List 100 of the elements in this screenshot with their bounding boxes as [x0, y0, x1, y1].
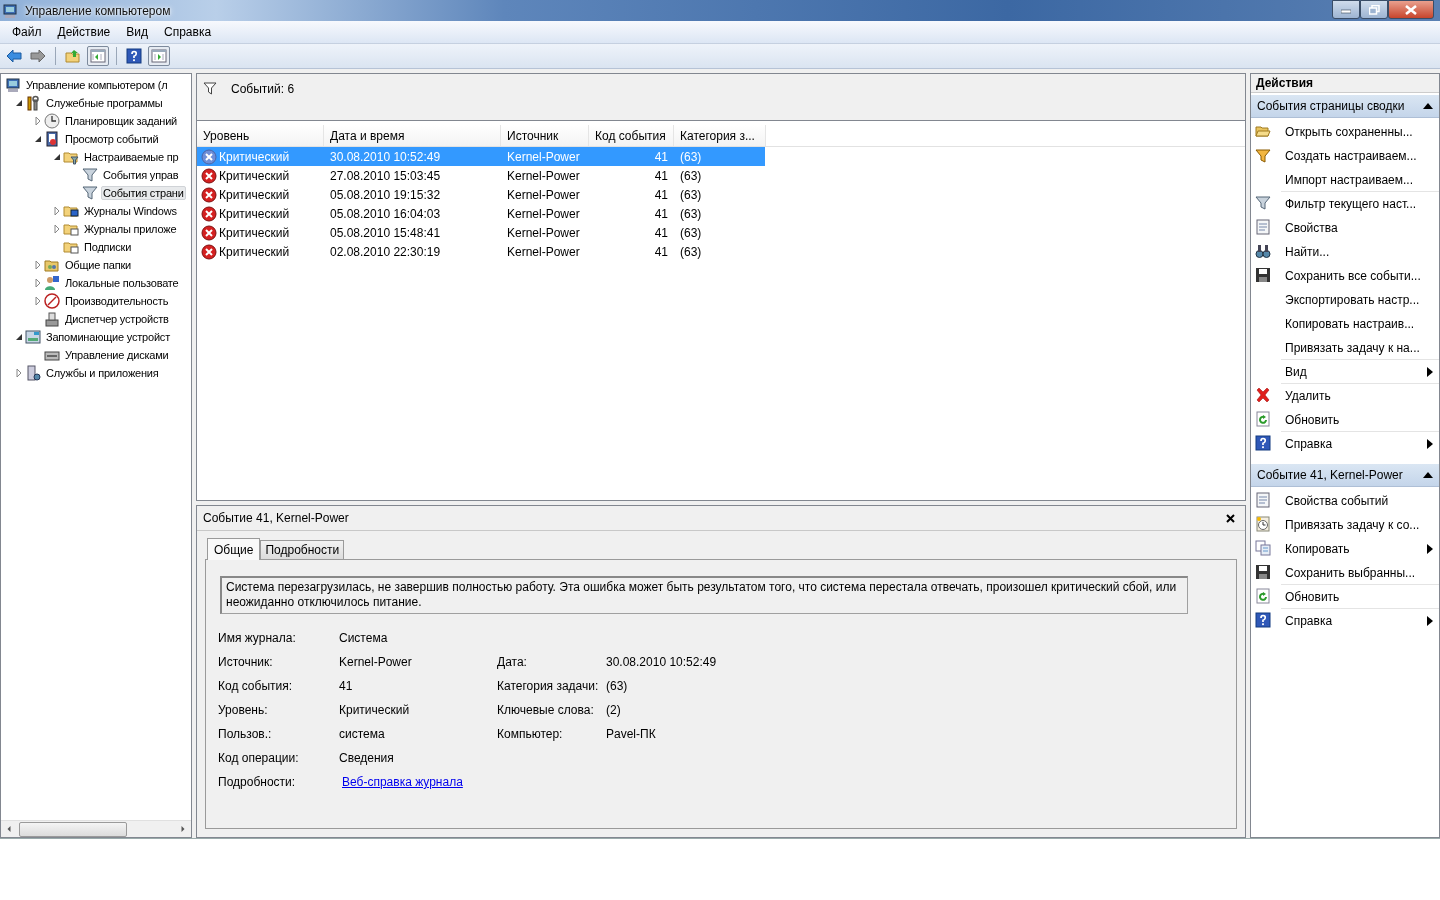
menu-item[interactable]: Файл — [4, 25, 50, 39]
tree-item[interactable]: Журналы приложе — [82, 222, 179, 236]
action-item[interactable]: Привязать задачу к со... — [1281, 513, 1439, 537]
clock-icon — [44, 113, 60, 129]
close-icon — [1405, 4, 1417, 15]
tree-item[interactable]: События страни — [101, 186, 186, 200]
section-header[interactable]: События страницы сводки — [1251, 94, 1439, 118]
tree-item[interactable]: Настраиваемые пр — [82, 150, 181, 164]
tree-item[interactable]: Управление дисками — [63, 348, 171, 362]
column-header[interactable]: Дата и время — [324, 125, 501, 146]
action-label: Импорт настраиваем... — [1285, 172, 1414, 187]
properties-icon — [1255, 219, 1271, 235]
pane-button[interactable] — [87, 46, 109, 66]
tree-item[interactable]: Локальные пользовате — [63, 276, 181, 290]
section-header[interactable]: Событие 41, Kernel-Power — [1251, 463, 1439, 487]
collapse-arrow-icon[interactable] — [1423, 102, 1433, 110]
help-link[interactable]: Веб-справка журнала — [342, 775, 463, 789]
tree-item[interactable]: Планировщик заданий — [63, 114, 180, 128]
pane-button[interactable] — [148, 46, 170, 66]
tree-item[interactable]: Просмотр событий — [63, 132, 161, 146]
action-item[interactable]: Привязать задачу к на... — [1281, 336, 1439, 360]
action-item[interactable]: Свойства событий — [1281, 489, 1439, 513]
event-count: Событий: 6 — [231, 82, 295, 96]
tree-item[interactable]: Журналы Windows — [82, 204, 179, 218]
action-item[interactable]: Сохранить выбранны... — [1281, 561, 1439, 585]
column-header[interactable]: Уровень — [197, 125, 324, 146]
tree-item[interactable]: События управ — [101, 168, 181, 182]
menu-item[interactable]: Вид — [118, 25, 156, 39]
maximize-button[interactable] — [1360, 0, 1388, 19]
action-item[interactable]: Найти... — [1281, 240, 1439, 264]
expanded-arrow-icon[interactable] — [14, 98, 24, 108]
tree-item[interactable]: Подписки — [82, 240, 134, 254]
table-cell-text: Kernel-Power — [506, 148, 581, 166]
table-cell-text: 02.08.2010 22:30:19 — [329, 243, 442, 261]
action-item[interactable]: Открыть сохраненны... — [1281, 120, 1439, 144]
table-row[interactable]: Критический 27.08.2010 15:03:45 Kernel-Power 41 (63) — [197, 166, 765, 185]
action-item[interactable]: Копировать настраив... — [1281, 312, 1439, 336]
action-item[interactable]: Сохранить все событи... — [1281, 264, 1439, 288]
tree-item[interactable]: Производительность — [63, 294, 171, 308]
close-icon[interactable] — [1226, 513, 1235, 523]
tab[interactable]: Подробности — [260, 540, 345, 559]
tree-item[interactable]: Общие папки — [63, 258, 133, 272]
table-cell-text: 05.08.2010 15:48:41 — [329, 224, 442, 242]
action-label: Копировать настраив... — [1285, 316, 1416, 331]
right-arrow-icon[interactable] — [180, 825, 186, 833]
action-label: Вид — [1285, 364, 1308, 379]
menu-item[interactable]: Действие — [49, 25, 119, 39]
expanded-arrow-icon[interactable] — [52, 152, 62, 162]
refresh-icon — [1255, 411, 1271, 427]
collapsed-arrow-icon[interactable] — [33, 296, 43, 306]
action-item[interactable]: Копировать — [1281, 537, 1439, 561]
table-row[interactable]: Критический 02.08.2010 22:30:19 Kernel-Power 41 (63) — [197, 242, 765, 261]
tree-item[interactable]: Службы и приложения — [44, 366, 161, 380]
action-item[interactable]: Справка — [1281, 609, 1439, 633]
tree-item[interactable]: Диспетчер устройств — [63, 312, 171, 326]
collapsed-arrow-icon[interactable] — [52, 224, 62, 234]
collapsed-arrow-icon[interactable] — [33, 278, 43, 288]
tab[interactable]: Общие — [207, 538, 261, 560]
action-item[interactable]: Справка — [1281, 432, 1439, 456]
expanded-arrow-icon[interactable] — [14, 332, 24, 342]
expanded-arrow-icon[interactable] — [33, 134, 43, 144]
menu-item[interactable]: Справка — [156, 25, 220, 39]
action-label: Найти... — [1285, 244, 1331, 259]
table-row[interactable]: Критический 05.08.2010 19:15:32 Kernel-Power 41 (63) — [197, 185, 765, 204]
action-item[interactable]: Импорт настраиваем... — [1281, 168, 1439, 192]
field-label: Имя журнала: — [218, 631, 297, 645]
action-item[interactable]: Обновить — [1281, 408, 1439, 432]
action-item[interactable]: Вид — [1281, 360, 1439, 384]
help-button[interactable] — [124, 46, 144, 66]
action-label: Привязать задачу к на... — [1285, 340, 1421, 355]
minimize-button[interactable] — [1332, 0, 1360, 19]
column-header[interactable]: Источник — [501, 125, 589, 146]
column-header[interactable]: Код события — [589, 125, 674, 146]
action-item[interactable]: Обновить — [1281, 585, 1439, 609]
left-arrow-icon[interactable] — [6, 825, 12, 833]
action-item[interactable]: Создать настраиваем... — [1281, 144, 1439, 168]
action-item[interactable]: Фильтр текущего наст... — [1281, 192, 1439, 216]
table-row[interactable]: Критический 05.08.2010 16:04:03 Kernel-Power 41 (63) — [197, 204, 765, 223]
collapsed-arrow-icon[interactable] — [33, 116, 43, 126]
window-title: Управление компьютером — [25, 3, 171, 18]
table-row[interactable]: Критический 05.08.2010 15:48:41 Kernel-Power 41 (63) — [197, 223, 765, 242]
table-cell-text: (63) — [679, 167, 703, 185]
action-item[interactable]: Свойства — [1281, 216, 1439, 240]
tree-item[interactable]: Управление компьютером (л — [24, 78, 170, 92]
column-header[interactable]: Категория з... — [674, 125, 766, 146]
scroll-thumb[interactable] — [19, 821, 127, 837]
section-title: События страницы сводки — [1257, 99, 1406, 113]
tree-item[interactable]: Запоминающие устройст — [44, 330, 172, 344]
error-icon — [201, 224, 217, 241]
shared-folder-icon — [44, 257, 60, 273]
action-item[interactable]: Экспортировать настр... — [1281, 288, 1439, 312]
horizontal-scrollbar[interactable] — [1, 820, 191, 837]
collapsed-arrow-icon[interactable] — [52, 206, 62, 216]
users-icon — [44, 275, 60, 291]
tree-item[interactable]: Служебные программы — [44, 96, 165, 110]
collapsed-arrow-icon[interactable] — [33, 260, 43, 270]
close-button[interactable] — [1388, 0, 1434, 19]
action-item[interactable]: Удалить — [1281, 384, 1439, 408]
collapsed-arrow-icon[interactable] — [14, 368, 24, 378]
collapse-arrow-icon[interactable] — [1423, 471, 1433, 479]
